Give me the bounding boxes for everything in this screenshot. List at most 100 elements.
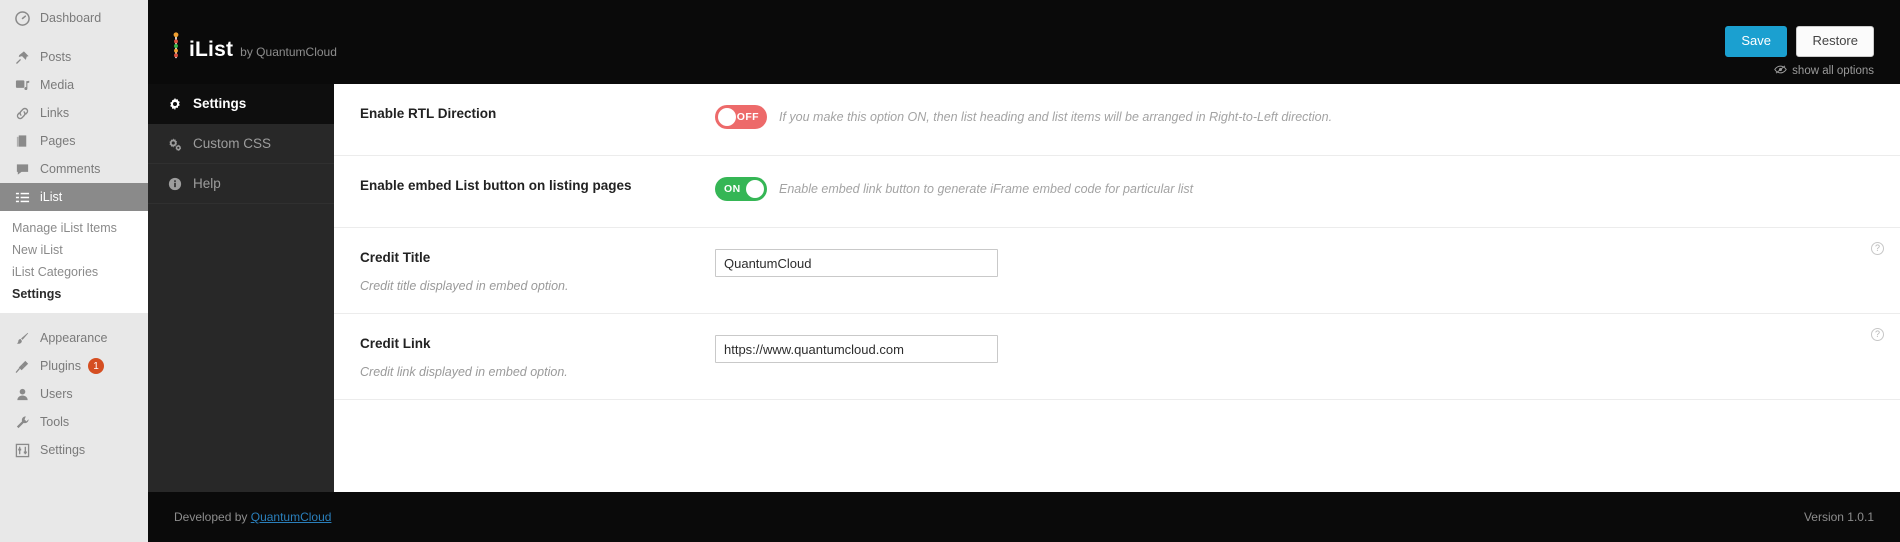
credit-title-input[interactable] [715, 249, 998, 277]
toggle-knob [718, 108, 736, 126]
restore-button[interactable]: Restore [1796, 26, 1874, 57]
sidebar-item-label: Media [40, 78, 75, 92]
option-row-credit-link: Credit Link Credit link displayed in emb… [334, 314, 1900, 400]
sidebar-item-plugins[interactable]: Plugins 1 [0, 352, 148, 380]
option-title: Enable RTL Direction [360, 106, 497, 121]
list-icon [12, 187, 32, 207]
media-icon [12, 75, 32, 95]
gear-icon [167, 97, 182, 111]
submenu-item-ilist-categories[interactable]: iList Categories [0, 261, 148, 283]
show-all-options-toggle[interactable]: show all options [1725, 64, 1874, 78]
sidebar-item-label: iList [40, 190, 63, 204]
pages-icon [12, 131, 32, 151]
sidebar-item-comments[interactable]: Comments [0, 155, 148, 183]
wordpress-admin-sidebar: Dashboard Posts Media Links Pages Commen… [0, 0, 148, 542]
option-subtitle: Credit link displayed in embed option. [360, 365, 568, 379]
submenu-item-manage-ilist-items[interactable]: Manage iList Items [0, 217, 148, 239]
brush-icon [12, 328, 32, 348]
rtl-direction-toggle[interactable]: OFF [715, 105, 767, 129]
tab-custom-css[interactable]: Custom CSS [148, 124, 334, 164]
option-control-column: OFF If you make this option ON, then lis… [715, 104, 1900, 129]
tab-label: Help [193, 176, 221, 191]
pin-icon [12, 47, 32, 67]
app-screen: Dashboard Posts Media Links Pages Commen… [0, 0, 1900, 542]
ilist-logo-icon [172, 32, 180, 60]
show-all-options-label: show all options [1792, 64, 1874, 77]
ilist-plugin-app: iList by QuantumCloud Save Restore show … [148, 0, 1900, 542]
sidebar-item-posts[interactable]: Posts [0, 43, 148, 71]
dashboard-icon [12, 8, 32, 28]
option-label-column: Enable embed List button on listing page… [360, 176, 715, 193]
sidebar-item-label: Links [40, 106, 70, 120]
embed-list-button-toggle[interactable]: ON [715, 177, 767, 201]
credit-link-input[interactable] [715, 335, 998, 363]
option-control-column [715, 334, 1900, 363]
toggle-knob [746, 180, 764, 198]
option-title: Credit Title [360, 250, 431, 265]
sidebar-item-users[interactable]: Users [0, 380, 148, 408]
option-label-column: Credit Title Credit title displayed in e… [360, 248, 715, 293]
sidebar-item-dashboard[interactable]: Dashboard [0, 4, 148, 32]
save-button[interactable]: Save [1725, 26, 1788, 57]
sidebar-item-appearance[interactable]: Appearance [0, 324, 148, 352]
tab-label: Custom CSS [193, 136, 272, 151]
plug-icon [12, 356, 32, 376]
brand: iList by QuantumCloud [172, 28, 337, 62]
comments-icon [12, 159, 32, 179]
sidebar-item-label: Appearance [40, 331, 108, 345]
sidebar-item-label: Tools [40, 415, 70, 429]
ilist-submenu: Manage iList Items New iList iList Categ… [0, 211, 148, 313]
option-control-column: ON Enable embed link button to generate … [715, 176, 1900, 201]
sidebar-item-settings[interactable]: Settings [0, 436, 148, 464]
eye-slash-icon [1774, 64, 1787, 78]
sidebar-item-links[interactable]: Links [0, 99, 148, 127]
help-icon[interactable]: ? [1871, 242, 1884, 255]
option-title: Credit Link [360, 336, 431, 351]
settings-tab-list: Settings Custom CSS Help [148, 84, 334, 492]
sidebar-item-label: Settings [40, 443, 86, 457]
option-control-column [715, 248, 1900, 277]
settings-panel: Enable RTL Direction OFF If you make thi… [334, 84, 1900, 492]
brand-byline: by QuantumCloud [240, 45, 337, 59]
sidebar-item-pages[interactable]: Pages [0, 127, 148, 155]
sidebar-item-ilist[interactable]: iList [0, 183, 148, 211]
sidebar-item-label: Posts [40, 50, 72, 64]
tab-label: Settings [193, 96, 247, 111]
brand-name: iList [189, 38, 234, 61]
option-subtitle: Credit title displayed in embed option. [360, 279, 569, 293]
option-row-enable-embed-list-button: Enable embed List button on listing page… [334, 156, 1900, 228]
sidebar-item-media[interactable]: Media [0, 71, 148, 99]
info-icon [167, 177, 182, 191]
app-body: Settings Custom CSS Help Enable RTL Dire… [148, 84, 1900, 492]
sidebar-item-label: Pages [40, 134, 76, 148]
tab-help[interactable]: Help [148, 164, 334, 204]
header-actions: Save Restore show all options [1725, 26, 1874, 78]
app-header: iList by QuantumCloud Save Restore show … [148, 0, 1900, 84]
developer-link[interactable]: QuantumCloud [251, 510, 332, 524]
option-description: If you make this option ON, then list he… [779, 110, 1333, 124]
submenu-item-settings[interactable]: Settings [0, 283, 148, 305]
toggle-state-label: OFF [736, 111, 759, 123]
tab-settings[interactable]: Settings [148, 84, 334, 124]
option-label-column: Credit Link Credit link displayed in emb… [360, 334, 715, 379]
sidebar-item-label: Comments [40, 162, 101, 176]
link-icon [12, 103, 32, 123]
option-label-column: Enable RTL Direction [360, 104, 715, 121]
wrench-icon [12, 412, 32, 432]
version-label: Version 1.0.1 [1803, 510, 1874, 524]
gears-icon [167, 137, 182, 151]
option-row-credit-title: Credit Title Credit title displayed in e… [334, 228, 1900, 314]
user-icon [12, 384, 32, 404]
submenu-item-new-ilist[interactable]: New iList [0, 239, 148, 261]
option-title: Enable embed List button on listing page… [360, 178, 632, 193]
plugins-update-badge: 1 [88, 358, 104, 374]
sidebar-item-label: Plugins [40, 359, 81, 373]
toggle-state-label: ON [724, 183, 741, 195]
option-row-enable-rtl-direction: Enable RTL Direction OFF If you make thi… [334, 84, 1900, 156]
sidebar-item-tools[interactable]: Tools [0, 408, 148, 436]
developed-by-label: Developed by [174, 510, 248, 524]
sliders-icon [12, 440, 32, 460]
sidebar-item-label: Dashboard [40, 11, 102, 25]
app-footer: Developed by QuantumCloud Version 1.0.1 [148, 492, 1900, 542]
help-icon[interactable]: ? [1871, 328, 1884, 341]
